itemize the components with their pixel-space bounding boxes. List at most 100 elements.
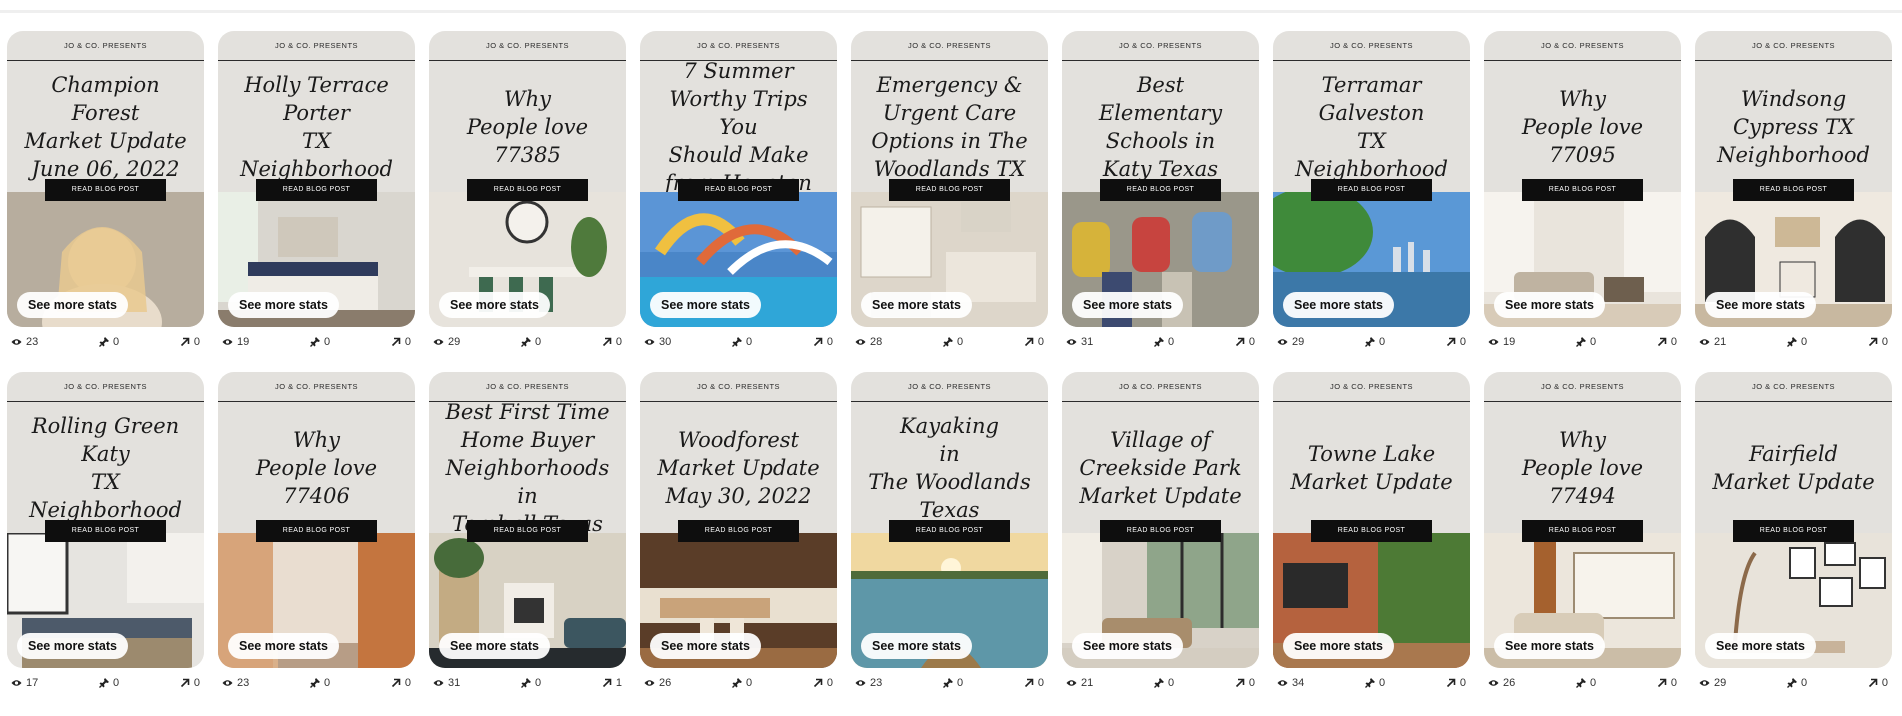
pin-card[interactable]: JO & CO. PRESENTS Why People love 77095 … xyxy=(1484,31,1681,327)
pin-icon xyxy=(310,678,320,688)
pin-card[interactable]: JO & CO. PRESENTS Rolling Green Katy TX … xyxy=(7,372,204,668)
see-more-stats-button[interactable]: See more stats xyxy=(439,292,550,318)
pin-icon xyxy=(99,337,109,347)
views-count: 23 xyxy=(237,677,250,689)
see-more-stats-button[interactable]: See more stats xyxy=(228,292,339,318)
see-more-stats-button[interactable]: See more stats xyxy=(1283,633,1394,659)
saves-count: 0 xyxy=(1590,677,1597,689)
clicks-metric: 0 xyxy=(1235,336,1255,348)
saves-count: 0 xyxy=(324,336,331,348)
pin-card[interactable]: JO & CO. PRESENTS Champion Forest Market… xyxy=(7,31,204,327)
pin-title: Fairfield Market Update xyxy=(1712,442,1875,494)
see-more-stats-button[interactable]: See more stats xyxy=(861,292,972,318)
see-more-stats-button[interactable]: See more stats xyxy=(650,633,761,659)
pin-title-area: Best First Time Home Buyer Neighborhoods… xyxy=(429,400,626,536)
pin-card[interactable]: JO & CO. PRESENTS Best First Time Home B… xyxy=(429,372,626,668)
pin-title-area: Best Elementary Schools in Katy Texas xyxy=(1062,62,1259,192)
saves-metric: 0 xyxy=(521,336,541,348)
pin-title: Why People love 77385 xyxy=(466,87,589,167)
read-blog-post-banner: READ BLOG POST xyxy=(45,520,166,542)
see-more-stats-button[interactable]: See more stats xyxy=(650,292,761,318)
read-blog-post-banner: READ BLOG POST xyxy=(678,520,799,542)
see-more-stats-button[interactable]: See more stats xyxy=(861,633,972,659)
see-more-stats-button[interactable]: See more stats xyxy=(1072,292,1183,318)
see-more-stats-button[interactable]: See more stats xyxy=(1705,633,1816,659)
clicks-count: 0 xyxy=(1248,677,1255,689)
read-blog-post-banner: READ BLOG POST xyxy=(1311,520,1432,542)
pin-metrics: 26 0 0 xyxy=(640,675,837,691)
clicks-count: 0 xyxy=(404,336,411,348)
eye-icon xyxy=(1699,338,1710,346)
pin-title: Why People love 77406 xyxy=(255,428,378,508)
outbound-arrow-icon xyxy=(813,678,823,688)
pin-card[interactable]: JO & CO. PRESENTS Why People love 77494 … xyxy=(1484,372,1681,668)
pin-item: JO & CO. PRESENTS Champion Forest Market… xyxy=(7,31,204,350)
saves-count: 0 xyxy=(1168,677,1175,689)
pin-card[interactable]: JO & CO. PRESENTS Woodforest Market Upda… xyxy=(640,372,837,668)
pin-title: Towne Lake Market Update xyxy=(1290,442,1453,494)
views-count: 23 xyxy=(870,677,883,689)
see-more-stats-button[interactable]: See more stats xyxy=(1705,292,1816,318)
outbound-arrow-icon xyxy=(1235,678,1245,688)
read-blog-post-banner: READ BLOG POST xyxy=(1733,520,1854,542)
see-more-stats-button[interactable]: See more stats xyxy=(17,292,128,318)
pin-card[interactable]: JO & CO. PRESENTS Why People love 77406 … xyxy=(218,372,415,668)
pin-card[interactable]: JO & CO. PRESENTS Towne Lake Market Upda… xyxy=(1273,372,1470,668)
pin-card[interactable]: JO & CO. PRESENTS Terramar Galveston TX … xyxy=(1273,31,1470,327)
pin-card[interactable]: JO & CO. PRESENTS Village of Creekside P… xyxy=(1062,372,1259,668)
read-blog-post-banner: READ BLOG POST xyxy=(1311,179,1432,201)
outbound-arrow-icon xyxy=(1446,337,1456,347)
pin-item: JO & CO. PRESENTS Best First Time Home B… xyxy=(429,372,626,691)
pin-item: JO & CO. PRESENTS Woodforest Market Upda… xyxy=(640,372,837,691)
pin-card[interactable]: JO & CO. PRESENTS Why People love 77385 … xyxy=(429,31,626,327)
pin-title: Kayaking in The Woodlands Texas xyxy=(868,414,1031,522)
pin-title-area: Champion Forest Market Update June 06, 2… xyxy=(7,62,204,192)
pin-title-area: 7 Summer Worthy Trips You Should Make fr… xyxy=(640,59,837,195)
pin-metrics: 30 0 0 xyxy=(640,334,837,350)
views-metric: 19 xyxy=(222,336,249,348)
views-metric: 31 xyxy=(433,677,460,689)
pin-item: JO & CO. PRESENTS Emergency & Urgent Car… xyxy=(851,31,1048,350)
saves-metric: 0 xyxy=(943,677,963,689)
views-metric: 23 xyxy=(222,677,249,689)
clicks-metric: 0 xyxy=(1446,336,1466,348)
see-more-stats-button[interactable]: See more stats xyxy=(1072,633,1183,659)
views-count: 19 xyxy=(1503,336,1516,348)
pin-metrics: 29 0 0 xyxy=(1273,334,1470,350)
saves-count: 0 xyxy=(957,677,964,689)
pin-metrics: 19 0 0 xyxy=(1484,334,1681,350)
pin-card[interactable]: JO & CO. PRESENTS Best Elementary School… xyxy=(1062,31,1259,327)
read-blog-post-banner: READ BLOG POST xyxy=(889,179,1010,201)
saves-count: 0 xyxy=(1379,677,1386,689)
saves-count: 0 xyxy=(957,336,964,348)
pin-card[interactable]: JO & CO. PRESENTS Kayaking in The Woodla… xyxy=(851,372,1048,668)
pin-title: Why People love 77494 xyxy=(1521,428,1644,508)
pin-card[interactable]: JO & CO. PRESENTS Holly Terrace Porter T… xyxy=(218,31,415,327)
pin-item: JO & CO. PRESENTS Why People love 77406 … xyxy=(218,372,415,691)
pin-card[interactable]: JO & CO. PRESENTS 7 Summer Worthy Trips … xyxy=(640,31,837,327)
read-blog-post-banner: READ BLOG POST xyxy=(467,520,588,542)
pin-card[interactable]: JO & CO. PRESENTS Fairfield Market Updat… xyxy=(1695,372,1892,668)
pin-icon xyxy=(943,678,953,688)
views-count: 19 xyxy=(237,336,250,348)
pin-card[interactable]: JO & CO. PRESENTS Emergency & Urgent Car… xyxy=(851,31,1048,327)
see-more-stats-button[interactable]: See more stats xyxy=(439,633,550,659)
saves-metric: 0 xyxy=(99,677,119,689)
see-more-stats-button[interactable]: See more stats xyxy=(1283,292,1394,318)
clicks-metric: 0 xyxy=(180,336,200,348)
eye-icon xyxy=(855,679,866,687)
pin-metrics: 31 0 1 xyxy=(429,675,626,691)
saves-count: 0 xyxy=(1801,677,1808,689)
saves-metric: 0 xyxy=(1787,677,1807,689)
pin-title-area: Kayaking in The Woodlands Texas xyxy=(851,403,1048,533)
views-count: 23 xyxy=(26,336,39,348)
see-more-stats-button[interactable]: See more stats xyxy=(228,633,339,659)
see-more-stats-button[interactable]: See more stats xyxy=(1494,633,1605,659)
clicks-metric: 0 xyxy=(1235,677,1255,689)
eye-icon xyxy=(1488,679,1499,687)
presents-label: JO & CO. PRESENTS xyxy=(7,372,204,402)
see-more-stats-button[interactable]: See more stats xyxy=(1494,292,1605,318)
views-metric: 23 xyxy=(11,336,38,348)
see-more-stats-button[interactable]: See more stats xyxy=(17,633,128,659)
pin-card[interactable]: JO & CO. PRESENTS Windsong Cypress TX Ne… xyxy=(1695,31,1892,327)
